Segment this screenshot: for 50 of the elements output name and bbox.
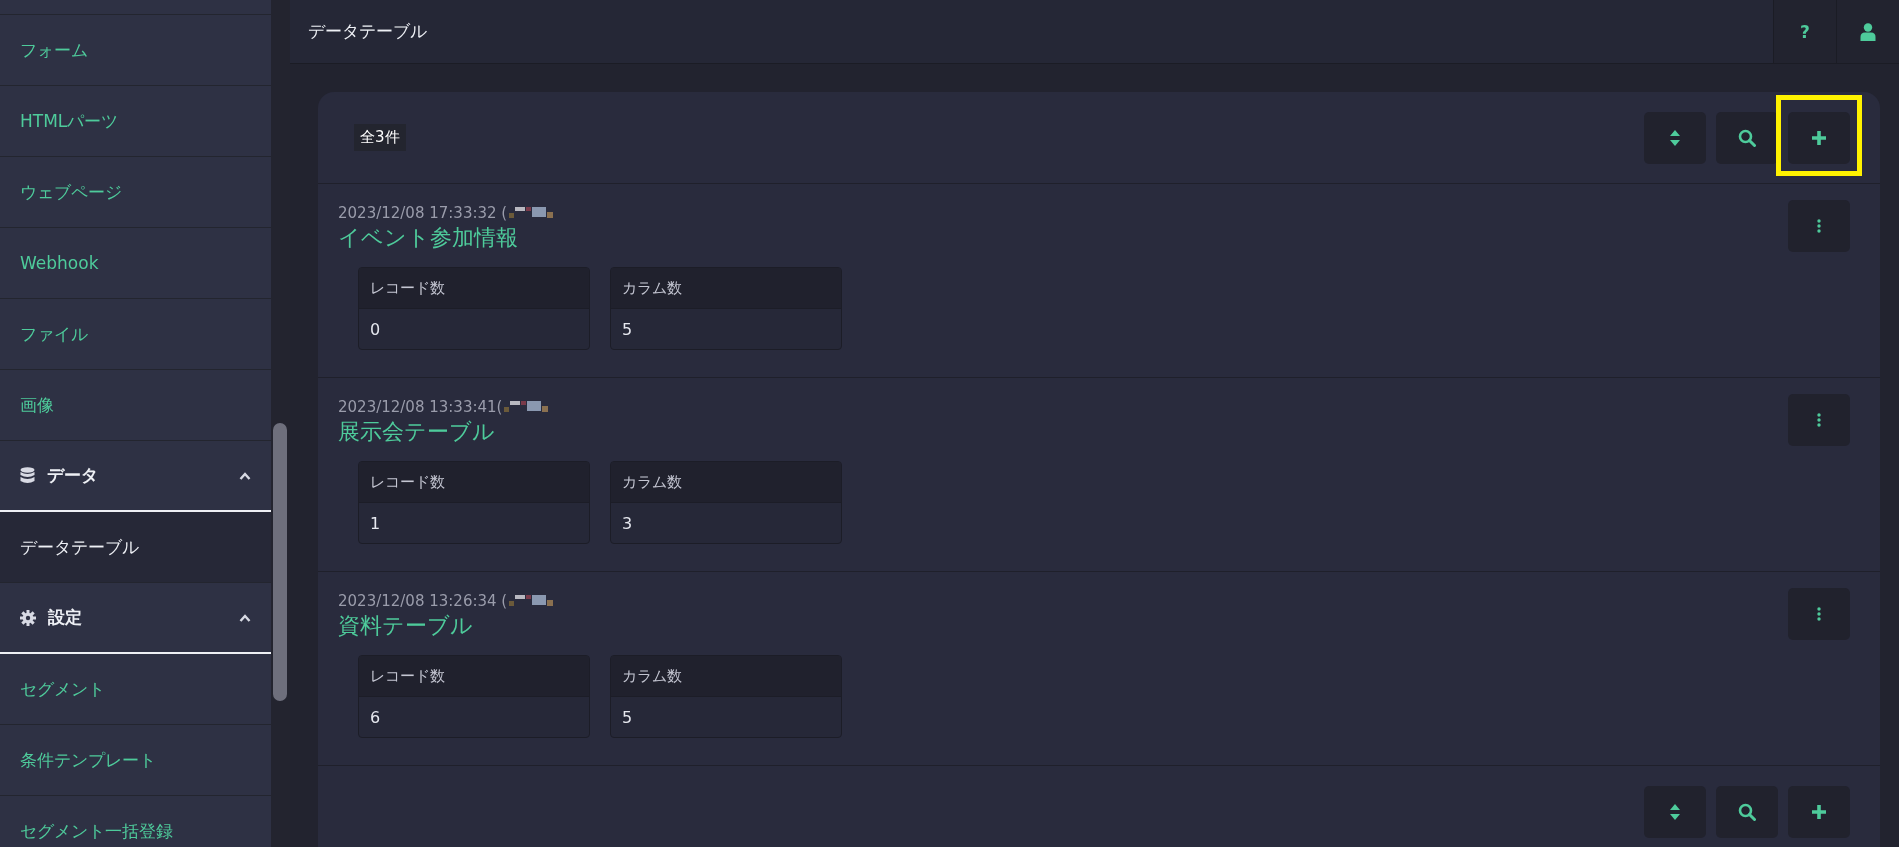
stat-value: 3 [621,512,634,535]
sort-icon [1669,128,1681,147]
stat-label: レコード数 [359,656,589,697]
search-icon [1738,128,1756,147]
scrollbar-thumb[interactable] [273,423,287,701]
database-icon [20,467,35,484]
add-button[interactable] [1788,786,1850,838]
stat-label: カラム数 [611,656,841,697]
user-button[interactable] [1836,0,1899,63]
more-button[interactable] [1788,394,1850,446]
page-title: データテーブル [307,20,428,43]
table-title-link[interactable]: 資料テーブル [338,611,554,641]
table-title-link[interactable]: イベント参加情報 [338,223,554,253]
search-button[interactable] [1716,786,1778,838]
sort-button[interactable] [1644,786,1706,838]
more-icon [1817,607,1821,621]
redaction-mark [504,401,549,413]
timestamp: 2023/12/08 17:33:32 ( [338,204,508,222]
redaction-mark [509,595,554,607]
stat-value: 1 [369,512,382,535]
search-icon [1738,803,1756,821]
add-button[interactable] [1788,111,1850,164]
timestamp: 2023/12/08 13:26:34 ( [338,592,508,610]
more-button[interactable] [1788,588,1850,640]
user-icon [1860,22,1876,41]
help-button[interactable]: ? [1773,0,1836,63]
table-title-link[interactable]: 展示会テーブル [338,417,549,447]
section-label: 設定 [48,606,83,629]
plus-icon [1811,804,1827,820]
sidebar-item[interactable]: データテーブル [0,512,271,583]
stat-value: 0 [369,318,382,341]
stat-label: レコード数 [359,268,589,309]
more-icon [1817,413,1821,427]
more-button[interactable] [1788,200,1850,252]
stat-value: 6 [369,706,382,729]
stat-label: レコード数 [359,462,589,503]
section-label: データ [47,464,99,487]
gear-icon [20,609,36,626]
stat-value: 5 [621,706,634,729]
sort-icon [1669,803,1681,821]
stat-label: カラム数 [611,268,841,309]
search-button[interactable] [1716,111,1778,164]
stat-label: カラム数 [611,462,841,503]
timestamp: 2023/12/08 13:33:41( [338,398,503,416]
count-label: 全3件 [354,124,406,151]
sort-button[interactable] [1644,111,1706,164]
redaction-mark [509,207,554,219]
stat-value: 5 [621,318,634,341]
plus-icon [1811,129,1827,146]
more-icon [1817,219,1821,233]
